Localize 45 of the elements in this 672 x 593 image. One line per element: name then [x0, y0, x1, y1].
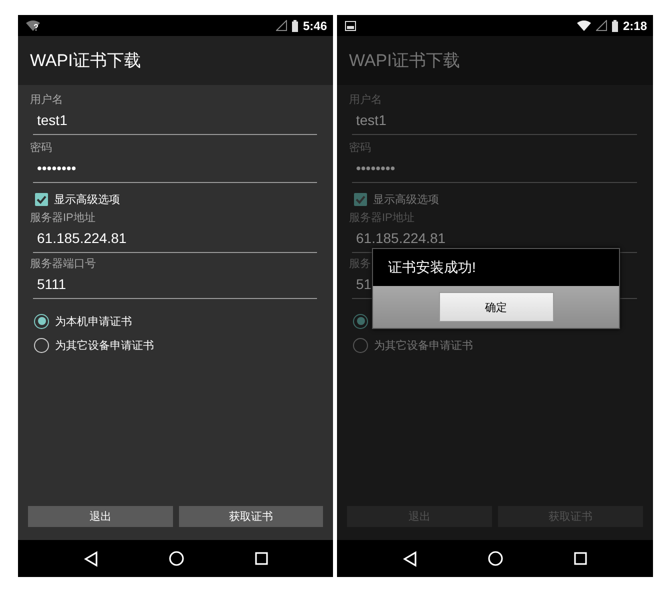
input-field[interactable]: •••••••• — [33, 155, 317, 183]
battery-icon — [292, 20, 298, 32]
home-icon[interactable] — [488, 551, 503, 566]
input-field[interactable]: 5111 — [33, 271, 317, 299]
recents-icon[interactable] — [254, 552, 268, 565]
action-button[interactable]: 获取证书 — [178, 506, 323, 527]
status-time: 2:18 — [622, 18, 647, 32]
field-label: 服务器IP地址 — [349, 211, 414, 225]
app-title: WAPI证书下载 — [30, 50, 141, 72]
signal-icon — [596, 20, 607, 31]
ok-button[interactable]: 确定 — [438, 292, 554, 322]
input-field[interactable]: test1 — [352, 107, 637, 135]
field-label: 密码 — [30, 141, 52, 155]
home-icon[interactable] — [168, 551, 184, 566]
field-label: 用户名 — [30, 93, 63, 107]
radio-label[interactable]: 为本机申请证书 — [55, 314, 132, 328]
input-field[interactable]: test1 — [33, 107, 317, 135]
wifi-unknown-icon — [26, 20, 40, 31]
action-button[interactable]: 退出 — [28, 506, 172, 527]
battery-icon — [612, 20, 618, 32]
radio-button[interactable] — [34, 314, 49, 328]
wifi-icon — [576, 20, 591, 31]
back-icon[interactable] — [402, 550, 417, 566]
field-label: 密码 — [349, 141, 371, 155]
radio-button[interactable] — [353, 314, 368, 328]
checkbox-label[interactable]: 显示高级选项 — [373, 192, 439, 206]
checkbox-label[interactable]: 显示高级选项 — [54, 192, 120, 206]
recents-icon[interactable] — [574, 552, 588, 565]
image-notification-icon — [345, 20, 356, 30]
field-label: 服务器IP地址 — [30, 211, 96, 225]
dialog-message: 证书安装成功! — [388, 258, 476, 276]
field-label: 服务 — [349, 257, 371, 271]
radio-label[interactable]: 为其它设备申请证书 — [55, 338, 154, 352]
signal-icon — [276, 20, 287, 31]
radio-label[interactable]: 为其它设备申请证书 — [374, 338, 473, 352]
back-icon[interactable] — [84, 550, 98, 566]
app-title: WAPI证书下载 — [349, 50, 460, 72]
checkbox[interactable] — [35, 192, 48, 206]
input-field[interactable]: 61.185.224.81 — [33, 225, 317, 253]
radio-button[interactable] — [353, 338, 368, 352]
field-label: 服务器端口号 — [30, 257, 96, 271]
field-label: 用户名 — [349, 93, 382, 107]
input-field[interactable]: •••••••• — [352, 155, 637, 183]
checkbox[interactable] — [354, 192, 367, 206]
status-time: 5:46 — [302, 18, 327, 32]
